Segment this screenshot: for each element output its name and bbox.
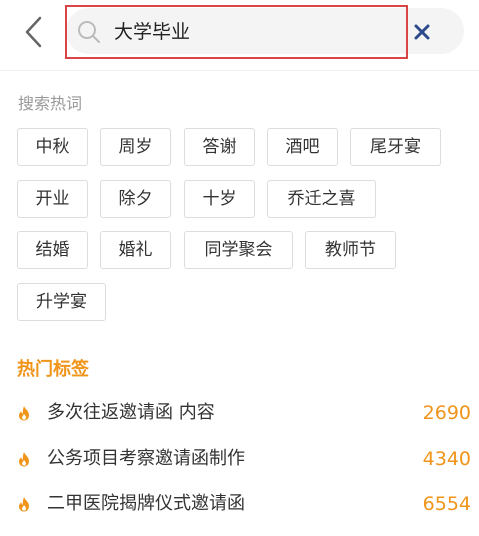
page: 搜索热词 中秋 周岁 答谢 酒吧 尾牙宴 开业 除夕 十岁 乔迁之喜 结婚 婚礼… <box>0 0 479 536</box>
hot-search-tag[interactable]: 教师节 <box>305 231 396 269</box>
hot-search-tag[interactable]: 尾牙宴 <box>350 128 441 166</box>
hot-search-tag[interactable]: 十岁 <box>184 180 255 218</box>
hot-tag-count: 2690 <box>422 402 471 424</box>
hot-tag-item[interactable]: 多次往返邀请函 内容 2690 <box>0 396 479 430</box>
hot-search-tag[interactable]: 结婚 <box>17 231 88 269</box>
hot-search-tag[interactable]: 同学聚会 <box>184 231 293 269</box>
hot-search-tag[interactable]: 周岁 <box>100 128 171 166</box>
hot-tag-text: 多次往返邀请函 内容 <box>47 402 215 423</box>
search-input[interactable] <box>114 16 394 48</box>
hot-tag-item[interactable]: 二甲医院揭牌仪式邀请函 6554 <box>0 487 479 521</box>
hot-tag-text: 二甲医院揭牌仪式邀请函 <box>47 493 245 514</box>
fire-icon <box>19 452 29 467</box>
hot-tag-count: 6554 <box>422 493 471 515</box>
hot-search-tag[interactable]: 答谢 <box>184 128 255 166</box>
search-icon <box>78 21 100 43</box>
close-icon <box>414 24 430 40</box>
hot-search-tag[interactable]: 婚礼 <box>100 231 171 269</box>
hot-search-tag[interactable]: 酒吧 <box>267 128 338 166</box>
clear-button[interactable] <box>412 22 432 42</box>
back-button[interactable] <box>20 14 50 50</box>
hot-tag-item[interactable]: 公务项目考察邀请函制作 4340 <box>0 442 479 476</box>
chevron-left-icon <box>25 16 42 48</box>
hot-search-tag[interactable]: 除夕 <box>100 180 171 218</box>
hot-tag-count: 4340 <box>422 448 471 470</box>
fire-icon <box>19 497 29 512</box>
hot-tags-title: 热门标签 <box>17 359 89 380</box>
hot-search-tag[interactable]: 中秋 <box>17 128 88 166</box>
hot-search-tag[interactable]: 开业 <box>17 180 88 218</box>
hot-search-title: 搜索热词 <box>18 94 83 113</box>
search-header <box>0 0 479 71</box>
fire-icon <box>19 406 29 421</box>
hot-search-tag[interactable]: 乔迁之喜 <box>267 180 376 218</box>
hot-tag-text: 公务项目考察邀请函制作 <box>47 448 245 469</box>
hot-search-tag[interactable]: 升学宴 <box>17 283 106 321</box>
